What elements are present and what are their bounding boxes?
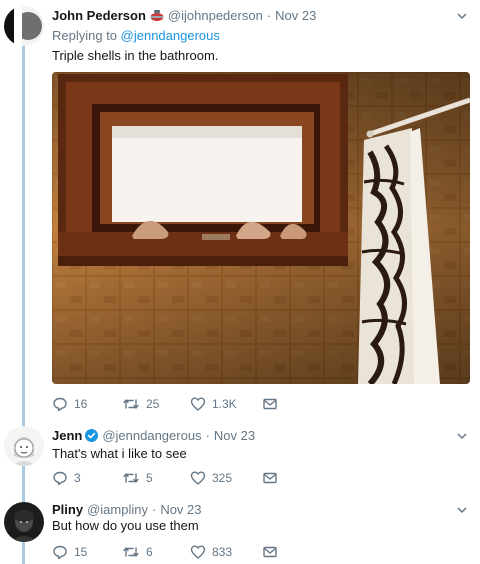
tweet-text: That's what i like to see: [52, 446, 187, 461]
like-button[interactable]: 833: [190, 544, 262, 560]
timestamp[interactable]: Nov 23: [214, 428, 255, 443]
reply-button[interactable]: 3: [52, 470, 122, 486]
reply-handle-link[interactable]: @jenndangerous: [121, 28, 220, 43]
tweet[interactable]: John Pederson @ijohnpederson · Nov 23 Re…: [0, 0, 480, 420]
tweet[interactable]: Jenn @jenndangerous · Nov 23 That's what…: [0, 420, 480, 494]
tweet-text: Triple shells in the bathroom.: [52, 48, 219, 63]
like-count: 1.3K: [212, 397, 237, 411]
avatar[interactable]: [4, 426, 44, 466]
display-name[interactable]: Pliny: [52, 502, 83, 517]
tweet-actions: 15 6 833: [52, 544, 278, 560]
display-name[interactable]: Jenn: [52, 428, 82, 443]
tweet-actions: 16 25 1.3K: [52, 396, 278, 412]
handle[interactable]: @ijohnpederson: [168, 8, 263, 23]
tweet-header: Jenn @jenndangerous · Nov 23: [52, 428, 256, 443]
tweet-actions: 3 5 325: [52, 470, 278, 486]
chevron-down-icon[interactable]: [456, 504, 468, 516]
retweet-count: 6: [146, 545, 153, 559]
retweet-button[interactable]: 25: [122, 396, 190, 412]
reply-icon: [53, 397, 67, 412]
reply-count: 15: [74, 545, 88, 559]
tweet-photo[interactable]: [52, 72, 470, 384]
verified-badge-icon: [85, 429, 99, 442]
tweet[interactable]: Pliny @iampliny · Nov 23 But how do you …: [0, 494, 480, 564]
heart-icon: [190, 471, 206, 485]
reply-button[interactable]: 15: [52, 544, 122, 560]
replying-to: Replying to @jenndangerous: [52, 28, 220, 43]
direct-message-button[interactable]: [262, 544, 278, 560]
reply-count: 3: [74, 471, 81, 485]
timestamp[interactable]: Nov 23: [275, 8, 316, 23]
curling-stone-icon: [150, 9, 164, 22]
reply-count: 16: [74, 397, 88, 411]
reply-icon: [53, 471, 67, 486]
envelope-icon: [263, 546, 277, 558]
tweet-header: Pliny @iampliny · Nov 23: [52, 502, 202, 517]
retweet-count: 25: [146, 397, 160, 411]
like-button[interactable]: 1.3K: [190, 396, 262, 412]
like-count: 833: [212, 545, 233, 559]
like-count: 325: [212, 471, 233, 485]
tweet-header: John Pederson @ijohnpederson · Nov 23: [52, 8, 317, 23]
retweet-icon: [123, 399, 139, 409]
chevron-down-icon[interactable]: [456, 10, 468, 22]
reply-icon: [53, 545, 67, 560]
retweet-icon: [123, 547, 139, 557]
heart-icon: [190, 545, 206, 559]
retweet-button[interactable]: 6: [122, 544, 190, 560]
reply-button[interactable]: 16: [52, 396, 122, 412]
retweet-button[interactable]: 5: [122, 470, 190, 486]
handle[interactable]: @iampliny: [87, 502, 148, 517]
direct-message-button[interactable]: [262, 396, 278, 412]
avatar[interactable]: [4, 502, 44, 542]
direct-message-button[interactable]: [262, 470, 278, 486]
handle[interactable]: @jenndangerous: [102, 428, 201, 443]
retweet-icon: [123, 473, 139, 483]
display-name[interactable]: John Pederson: [52, 8, 146, 23]
envelope-icon: [263, 472, 277, 484]
chevron-down-icon[interactable]: [456, 430, 468, 442]
heart-icon: [190, 397, 206, 411]
timestamp[interactable]: Nov 23: [160, 502, 201, 517]
retweet-count: 5: [146, 471, 153, 485]
envelope-icon: [263, 398, 277, 410]
tweet-text: But how do you use them: [52, 518, 199, 533]
like-button[interactable]: 325: [190, 470, 262, 486]
avatar[interactable]: [4, 6, 44, 46]
